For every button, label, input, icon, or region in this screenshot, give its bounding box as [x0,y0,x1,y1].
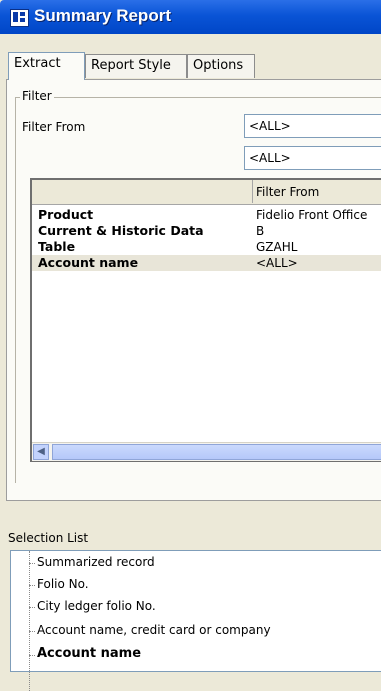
grid-row-product[interactable]: Product Fidelio Front Office [32,207,381,223]
title-bar[interactable]: Summary Report [0,0,381,34]
horizontal-scrollbar[interactable]: ◀ [32,442,381,461]
grid-row-key: Current & Historic Data [38,223,204,238]
grid-row-value: GZAHL [256,240,298,254]
tree-connector [29,563,35,564]
tree-item-summarized-record[interactable]: Summarized record [37,555,155,569]
filter-grid[interactable]: Filter From Product Fidelio Front Office… [30,178,381,462]
tree-connector [29,551,30,691]
tree-connector [29,585,35,586]
grid-header: Filter From [32,180,381,205]
filter-from-input[interactable]: <ALL> [244,114,381,138]
grid-row-table[interactable]: Table GZAHL [32,239,381,255]
scrollbar-thumb[interactable] [52,444,381,460]
tree-item-city-ledger-folio[interactable]: City ledger folio No. [37,599,156,613]
grid-header-corner [32,180,253,203]
filter-from-label: Filter From [22,120,86,134]
grid-row-value: Fidelio Front Office [256,208,368,222]
grid-column-header[interactable]: Filter From [256,185,319,199]
grid-row-value: B [256,224,265,238]
tree-connector [29,607,35,608]
grid-row-key: Account name [38,255,139,270]
grid-row-current-historic[interactable]: Current & Historic Data B [32,223,381,239]
tab-report-style[interactable]: Report Style [85,54,187,78]
grid-row-account-name[interactable]: Account name <ALL> [32,255,381,271]
filter-to-input[interactable]: <ALL> [244,146,381,170]
tree-connector [29,655,35,656]
tree-connector [29,631,35,632]
selection-list-tree[interactable]: Summarized record Folio No. City ledger … [10,550,381,691]
grid-row-value: <ALL> [256,256,298,270]
tree-item-folio-no[interactable]: Folio No. [37,577,89,591]
filter-group-label: Filter [20,89,54,103]
selection-list-label: Selection List [8,531,89,545]
grid-row-key: Table [38,239,76,254]
tab-options[interactable]: Options [187,54,255,78]
tree-item-account-credit-company[interactable]: Account name, credit card or company [37,623,271,637]
grid-row-key: Product [38,207,94,222]
window-title: Summary Report [34,6,171,25]
app-icon [10,9,29,27]
scroll-left-icon[interactable]: ◀ [33,444,49,460]
tab-extract[interactable]: Extract [8,52,85,80]
